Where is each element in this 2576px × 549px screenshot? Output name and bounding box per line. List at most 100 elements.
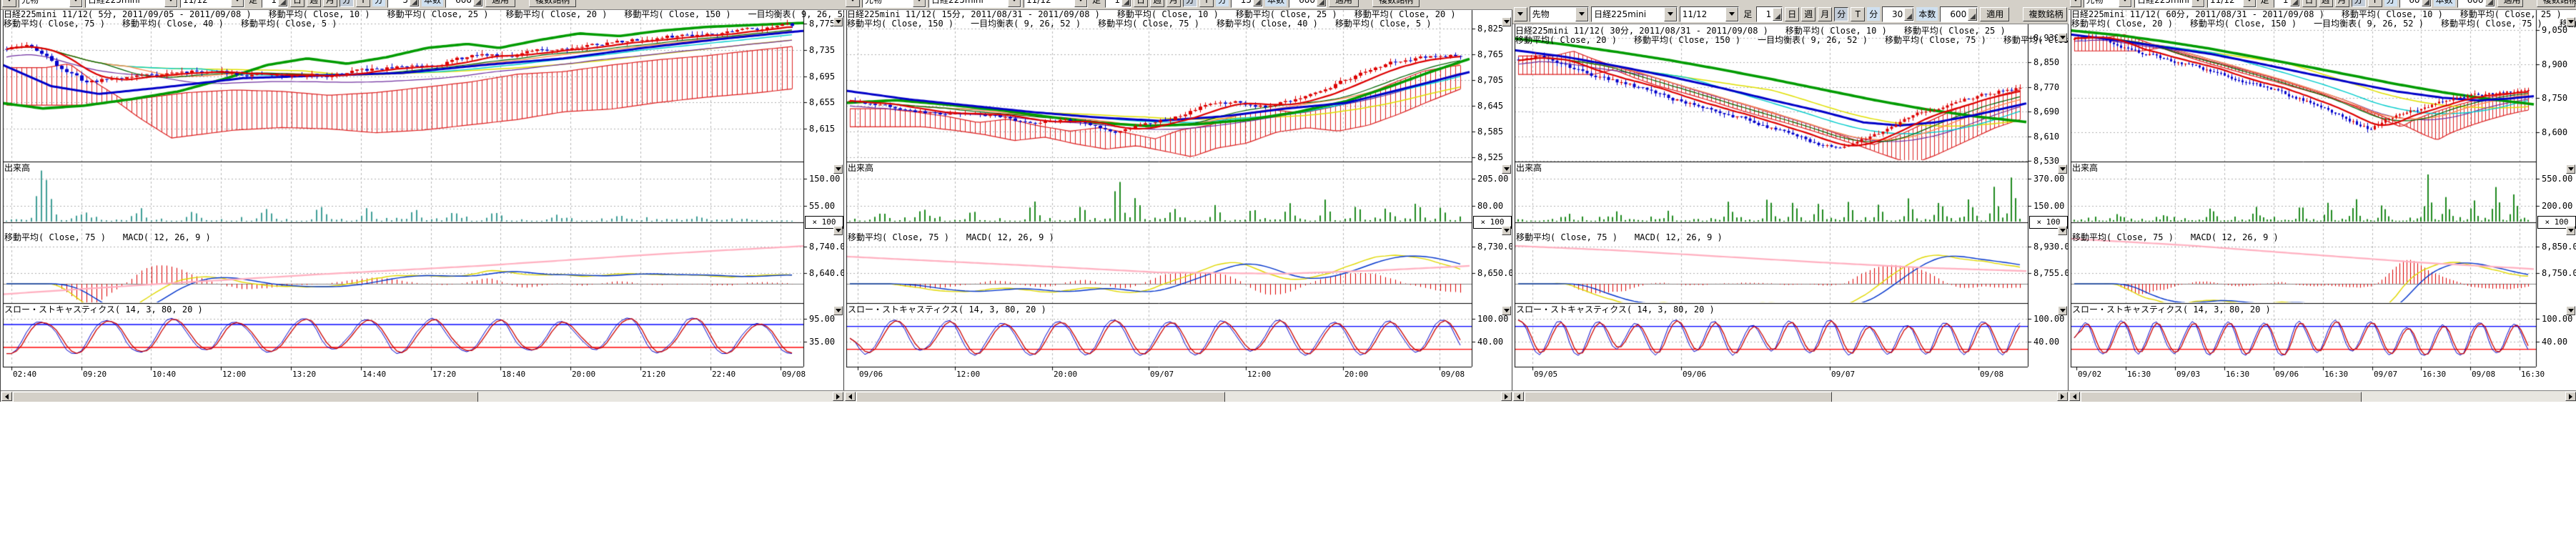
category-select[interactable]: 先物 — [19, 0, 83, 8]
chart-canvas[interactable] — [1512, 0, 2069, 402]
horizontal-scrollbar[interactable] — [1, 390, 844, 402]
scroll-right-button[interactable] — [2057, 392, 2068, 401]
spinner-button[interactable] — [2422, 0, 2431, 6]
spinner-button[interactable] — [1773, 8, 1782, 21]
pane-collapse-button[interactable] — [1502, 164, 1511, 174]
combo-arrow-button[interactable] — [1575, 7, 1588, 21]
period-day-button[interactable]: 日 — [2302, 0, 2317, 7]
category-select[interactable]: 先物 — [1530, 6, 1590, 22]
ashi-spinner[interactable]: 1 — [2274, 0, 2300, 8]
horizontal-scrollbar[interactable] — [1512, 390, 2069, 402]
pane-collapse-button[interactable] — [2566, 164, 2575, 174]
period-tick-button[interactable]: T — [2368, 0, 2382, 7]
spinner-button[interactable] — [1904, 8, 1913, 21]
spinner-button[interactable] — [2485, 0, 2495, 6]
category-select[interactable]: 先物 — [2084, 0, 2133, 8]
ashi-spinner[interactable]: 1 — [262, 0, 288, 8]
pane-collapse-button[interactable] — [2058, 33, 2067, 42]
apply-button[interactable]: 適用 — [2497, 0, 2523, 7]
period-tick-button[interactable]: T — [356, 0, 370, 7]
bars-spinner[interactable]: 600 — [1940, 6, 1978, 22]
ashi-spinner[interactable]: 1 — [1105, 0, 1131, 8]
period-month-button[interactable]: 月 — [1818, 7, 1832, 21]
period-week-button[interactable]: 週 — [1150, 0, 1164, 7]
period-month-button[interactable]: 月 — [323, 0, 337, 7]
period-week-button[interactable]: 週 — [2319, 0, 2333, 7]
pane-collapse-button[interactable] — [2058, 306, 2067, 315]
scrollbar-thumb[interactable] — [2081, 392, 2362, 402]
bars-spinner[interactable]: 600 — [1289, 0, 1327, 8]
scroll-right-button[interactable] — [833, 392, 843, 401]
window-menu-button[interactable] — [1514, 7, 1527, 21]
period-month-button[interactable]: 月 — [2335, 0, 2349, 7]
pane-collapse-button[interactable] — [833, 226, 843, 235]
scrollbar-thumb[interactable] — [13, 392, 478, 402]
spinner-button[interactable] — [1317, 0, 1326, 6]
combo-arrow-button[interactable] — [231, 0, 244, 7]
pane-collapse-button[interactable] — [2566, 226, 2575, 235]
combo-arrow-button[interactable] — [69, 0, 82, 7]
bars-spinner[interactable]: 600 — [2457, 0, 2495, 8]
period-minute-button[interactable]: 分 — [1183, 0, 1197, 7]
pane-collapse-button[interactable] — [1502, 17, 1511, 26]
minute-spinner[interactable]: 30 — [1882, 6, 1914, 22]
multi-symbol-button[interactable]: 複数銘柄 — [2023, 7, 2067, 21]
pane-collapse-button[interactable] — [1502, 226, 1511, 235]
scrollbar-thumb[interactable] — [1525, 392, 1832, 402]
chart-canvas[interactable] — [2069, 0, 2576, 402]
pane-collapse-button[interactable] — [2058, 164, 2067, 174]
spinner-button[interactable] — [2290, 0, 2299, 6]
contract-select[interactable]: 11/12 — [2207, 0, 2257, 8]
symbol-select[interactable]: 日経225mini — [1591, 6, 1678, 22]
contract-select[interactable]: 11/12 — [180, 0, 244, 8]
pane-collapse-button[interactable] — [2566, 306, 2575, 315]
period-day-button[interactable]: 日 — [1134, 0, 1148, 7]
window-menu-button[interactable] — [2, 0, 16, 7]
combo-arrow-button[interactable] — [913, 0, 926, 7]
spinner-button[interactable] — [473, 0, 482, 6]
period-minute-button[interactable]: 分 — [340, 0, 354, 7]
spinner-button[interactable] — [278, 0, 287, 6]
pane-collapse-button[interactable] — [2058, 226, 2067, 235]
period-week-button[interactable]: 週 — [1801, 7, 1815, 21]
minute-spinner[interactable]: 15 — [1231, 0, 1263, 8]
spinner-button[interactable] — [1968, 8, 1977, 21]
scrollbar-thumb[interactable] — [856, 392, 1225, 402]
scroll-right-button[interactable] — [1501, 392, 1512, 401]
scroll-left-button[interactable] — [845, 392, 856, 401]
contract-select[interactable]: 11/12 — [1680, 6, 1740, 22]
chart-canvas[interactable] — [1, 0, 844, 402]
period-minute-button[interactable]: 分 — [1834, 7, 1848, 21]
horizontal-scrollbar[interactable] — [844, 390, 1512, 402]
combo-arrow-button[interactable] — [1664, 7, 1677, 21]
combo-arrow-button[interactable] — [1725, 7, 1738, 21]
scroll-left-button[interactable] — [2069, 392, 2080, 401]
multi-symbol-button[interactable]: 複数銘柄 — [1372, 0, 1420, 7]
combo-arrow-button[interactable] — [2191, 0, 2204, 7]
apply-button[interactable]: 適用 — [485, 0, 515, 7]
combo-arrow-button[interactable] — [1008, 0, 1021, 7]
spinner-button[interactable] — [1253, 0, 1262, 6]
combo-arrow-button[interactable] — [1074, 0, 1087, 7]
period-week-button[interactable]: 週 — [307, 0, 321, 7]
category-select[interactable]: 先物 — [862, 0, 926, 8]
scroll-right-button[interactable] — [2565, 392, 2576, 401]
chart-canvas[interactable] — [844, 0, 1512, 402]
period-tick-button[interactable]: T — [1199, 0, 1214, 7]
combo-arrow-button[interactable] — [2243, 0, 2256, 7]
pane-collapse-button[interactable] — [1502, 306, 1511, 315]
period-minute-button[interactable]: 分 — [2352, 0, 2366, 7]
pane-collapse-button[interactable] — [2566, 17, 2575, 26]
window-menu-button[interactable] — [846, 0, 860, 7]
scroll-left-button[interactable] — [1, 392, 12, 401]
multi-symbol-button[interactable]: 複数銘柄 — [529, 0, 576, 7]
window-menu-button[interactable] — [2070, 0, 2081, 7]
period-day-button[interactable]: 日 — [290, 0, 304, 7]
spinner-button[interactable] — [410, 0, 419, 6]
contract-select[interactable]: 11/12 — [1024, 0, 1088, 8]
period-day-button[interactable]: 日 — [1785, 7, 1799, 21]
symbol-select[interactable]: 日経225mini — [2134, 0, 2205, 8]
pane-collapse-button[interactable] — [833, 164, 843, 174]
combo-arrow-button[interactable] — [2119, 0, 2131, 7]
ashi-spinner[interactable]: 1 — [1756, 6, 1783, 22]
